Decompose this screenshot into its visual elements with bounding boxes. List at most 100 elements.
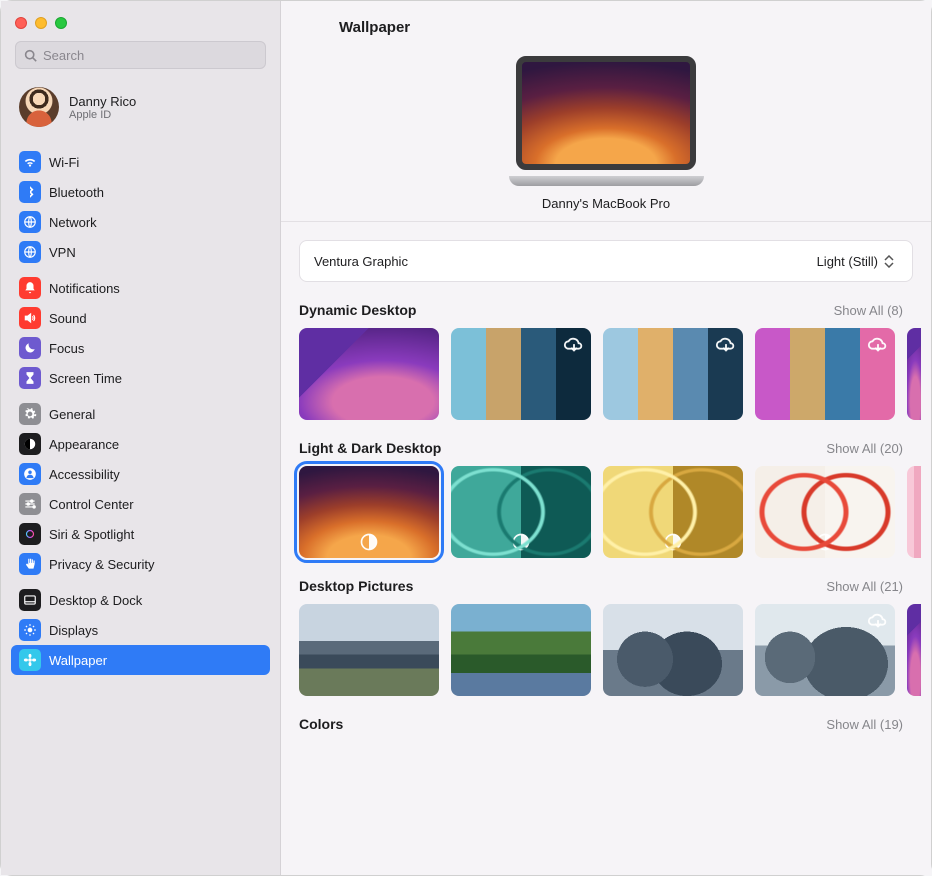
sidebar-item-label: Control Center [49,497,134,512]
search-input[interactable] [43,48,257,63]
wallpaper-thumb[interactable] [451,328,591,420]
hourglass-icon [19,367,41,389]
section-title: Desktop Pictures [299,578,413,594]
cloud-download-icon [867,334,889,356]
sidebar-item-label: Wallpaper [49,653,107,668]
device-preview [509,56,704,186]
section-colors: Colors Show All (19) [281,696,931,732]
light-dark-icon [663,532,683,552]
sidebar-item-label: Displays [49,623,98,638]
sidebar-item-appearance[interactable]: Appearance [11,429,270,459]
sidebar-item-displays[interactable]: Displays [11,615,270,645]
sidebar-item-vpn[interactable]: VPN [11,237,270,267]
sidebar-item-label: VPN [49,245,76,260]
close-icon[interactable] [15,17,27,29]
wallpaper-selector: Ventura Graphic Light (Still) [299,240,913,282]
sidebar-item-general[interactable]: General [11,399,270,429]
light-dark-icon [359,532,379,552]
section-pictures: Desktop Pictures Show All (21) [281,558,931,696]
gear-icon [19,403,41,425]
apple-id-name: Danny Rico [69,94,136,109]
window-controls [1,11,280,41]
sidebar-item-label: Desktop & Dock [49,593,142,608]
wallpaper-thumb[interactable] [755,604,895,696]
chevron-updown-icon [884,253,898,269]
sidebar: Danny Rico Apple ID Wi-Fi Bluetooth Networ… [1,1,281,875]
sidebar-item-label: Appearance [49,437,119,452]
light-dark-icon [815,532,835,552]
cloud-download-icon [563,334,585,356]
wallpaper-thumb[interactable] [907,328,921,420]
preview-area: Danny's MacBook Pro [281,52,931,222]
cloud-download-icon [867,610,889,632]
sun-icon [19,619,41,641]
hand-icon [19,553,41,575]
wallpaper-name: Ventura Graphic [314,254,408,269]
wallpaper-thumb[interactable] [603,466,743,558]
sidebar-item-accessibility[interactable]: Accessibility [11,459,270,489]
siri-icon [19,523,41,545]
sidebar-item-label: Focus [49,341,84,356]
sidebar-item-screentime[interactable]: Screen Time [11,363,270,393]
sidebar-item-label: Bluetooth [49,185,104,200]
sidebar-item-siri[interactable]: Siri & Spotlight [11,519,270,549]
sidebar-item-label: Wi-Fi [49,155,79,170]
section-title: Light & Dark Desktop [299,440,441,456]
search-icon [24,49,37,62]
show-all-link[interactable]: Show All (19) [826,717,903,732]
page-title: Wallpaper [281,1,931,52]
wallpaper-thumb[interactable] [451,466,591,558]
sidebar-item-label: Screen Time [49,371,122,386]
sidebar-item-desktopdock[interactable]: Desktop & Dock [11,585,270,615]
bell-icon [19,277,41,299]
bluetooth-icon [19,181,41,203]
globe-icon [19,211,41,233]
section-lightdark: Light & Dark Desktop Show All (20) [281,420,931,558]
globe-icon [19,241,41,263]
apple-id-sub: Apple ID [69,109,136,121]
wallpaper-thumb[interactable] [603,604,743,696]
wallpaper-thumb[interactable] [755,328,895,420]
section-title: Colors [299,716,343,732]
wallpaper-thumb[interactable] [603,328,743,420]
wallpaper-thumb[interactable] [907,466,921,558]
sidebar-item-controlcenter[interactable]: Control Center [11,489,270,519]
minimize-icon[interactable] [35,17,47,29]
wallpaper-thumb[interactable] [299,466,439,558]
sidebar-item-bluetooth[interactable]: Bluetooth [11,177,270,207]
appearance-mode-dropdown[interactable]: Light (Still) [817,253,898,269]
show-all-link[interactable]: Show All (21) [826,579,903,594]
sidebar-item-focus[interactable]: Focus [11,333,270,363]
sidebar-item-privacy[interactable]: Privacy & Security [11,549,270,579]
wallpaper-thumb[interactable] [299,328,439,420]
section-dynamic: Dynamic Desktop Show All (8) [281,282,931,420]
sidebar-item-apple-id[interactable]: Danny Rico Apple ID [11,79,270,141]
sidebar-item-wifi[interactable]: Wi-Fi [11,147,270,177]
wifi-icon [19,151,41,173]
wallpaper-thumb[interactable] [907,604,921,696]
zoom-icon[interactable] [55,17,67,29]
dropdown-value: Light (Still) [817,254,878,269]
device-name: Danny's MacBook Pro [542,196,670,211]
sidebar-item-label: Sound [49,311,87,326]
light-dark-icon [511,532,531,552]
switches-icon [19,493,41,515]
section-title: Dynamic Desktop [299,302,416,318]
avatar [19,87,59,127]
wallpaper-thumb[interactable] [451,604,591,696]
sidebar-item-label: Siri & Spotlight [49,527,134,542]
sidebar-item-label: Privacy & Security [49,557,154,572]
moon-icon [19,337,41,359]
wallpaper-thumb[interactable] [299,604,439,696]
sidebar-item-wallpaper[interactable]: Wallpaper [11,645,270,675]
flower-icon [19,649,41,671]
show-all-link[interactable]: Show All (8) [834,303,903,318]
search-field[interactable] [15,41,266,69]
sidebar-item-network[interactable]: Network [11,207,270,237]
wallpaper-thumb[interactable] [755,466,895,558]
sidebar-item-notifications[interactable]: Notifications [11,273,270,303]
sidebar-item-sound[interactable]: Sound [11,303,270,333]
sidebar-item-label: Notifications [49,281,120,296]
show-all-link[interactable]: Show All (20) [826,441,903,456]
sidebar-item-label: General [49,407,95,422]
